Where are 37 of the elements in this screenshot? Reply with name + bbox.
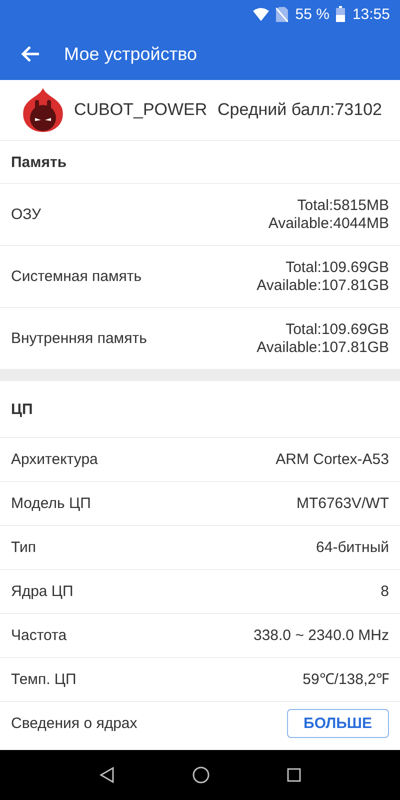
row-label: Системная память	[11, 268, 142, 285]
row-label: Архитектура	[11, 451, 98, 468]
row-value: Total:109.69GB	[286, 320, 389, 338]
section-title: Память	[10, 152, 68, 172]
row-value: Available:107.81GB	[256, 338, 389, 356]
back-icon[interactable]	[98, 767, 115, 783]
device-name: CUBOT_POWER	[74, 100, 208, 120]
row-label: Темп. ЦП	[11, 671, 76, 688]
no-sim-icon	[276, 6, 288, 22]
average-score: Средний балл:73102	[218, 100, 382, 120]
row-value: Available:107.81GB	[256, 276, 389, 294]
row-value: 59℃/138,2℉	[302, 670, 389, 688]
row-value: MT6763V/WT	[296, 494, 389, 512]
row-value: ARM Cortex-A53	[276, 450, 389, 468]
row-value: 338.0 ~ 2340.0 MHz	[253, 626, 389, 644]
row-value: Total:5815MB	[297, 196, 389, 214]
screen-title: Мое устройство	[64, 44, 197, 64]
row-label: Сведения о ядрах	[11, 715, 138, 732]
section-title: ЦП	[10, 400, 34, 420]
row-value: 64-битный	[316, 538, 389, 556]
clock: 13:55	[352, 6, 390, 22]
recent-apps-icon[interactable]	[287, 768, 302, 782]
row-label: ОЗУ	[11, 206, 42, 223]
row-label: Тип	[11, 539, 36, 556]
row-label: Внутренняя память	[11, 330, 147, 347]
row-value: 8	[380, 582, 389, 600]
home-icon[interactable]	[192, 766, 210, 784]
flame-logo-icon	[22, 88, 64, 132]
battery-icon	[336, 6, 346, 22]
row-label: Ядра ЦП	[11, 583, 74, 600]
more-button[interactable]: БОЛЬШЕ	[286, 709, 389, 738]
battery-level: 55 %	[295, 6, 330, 22]
row-label: Модель ЦП	[11, 495, 91, 512]
row-label: Частота	[11, 627, 67, 644]
row-value: Total:109.69GB	[286, 258, 389, 276]
wifi-icon	[253, 8, 270, 20]
row-value: Available:4044MB	[268, 214, 389, 232]
